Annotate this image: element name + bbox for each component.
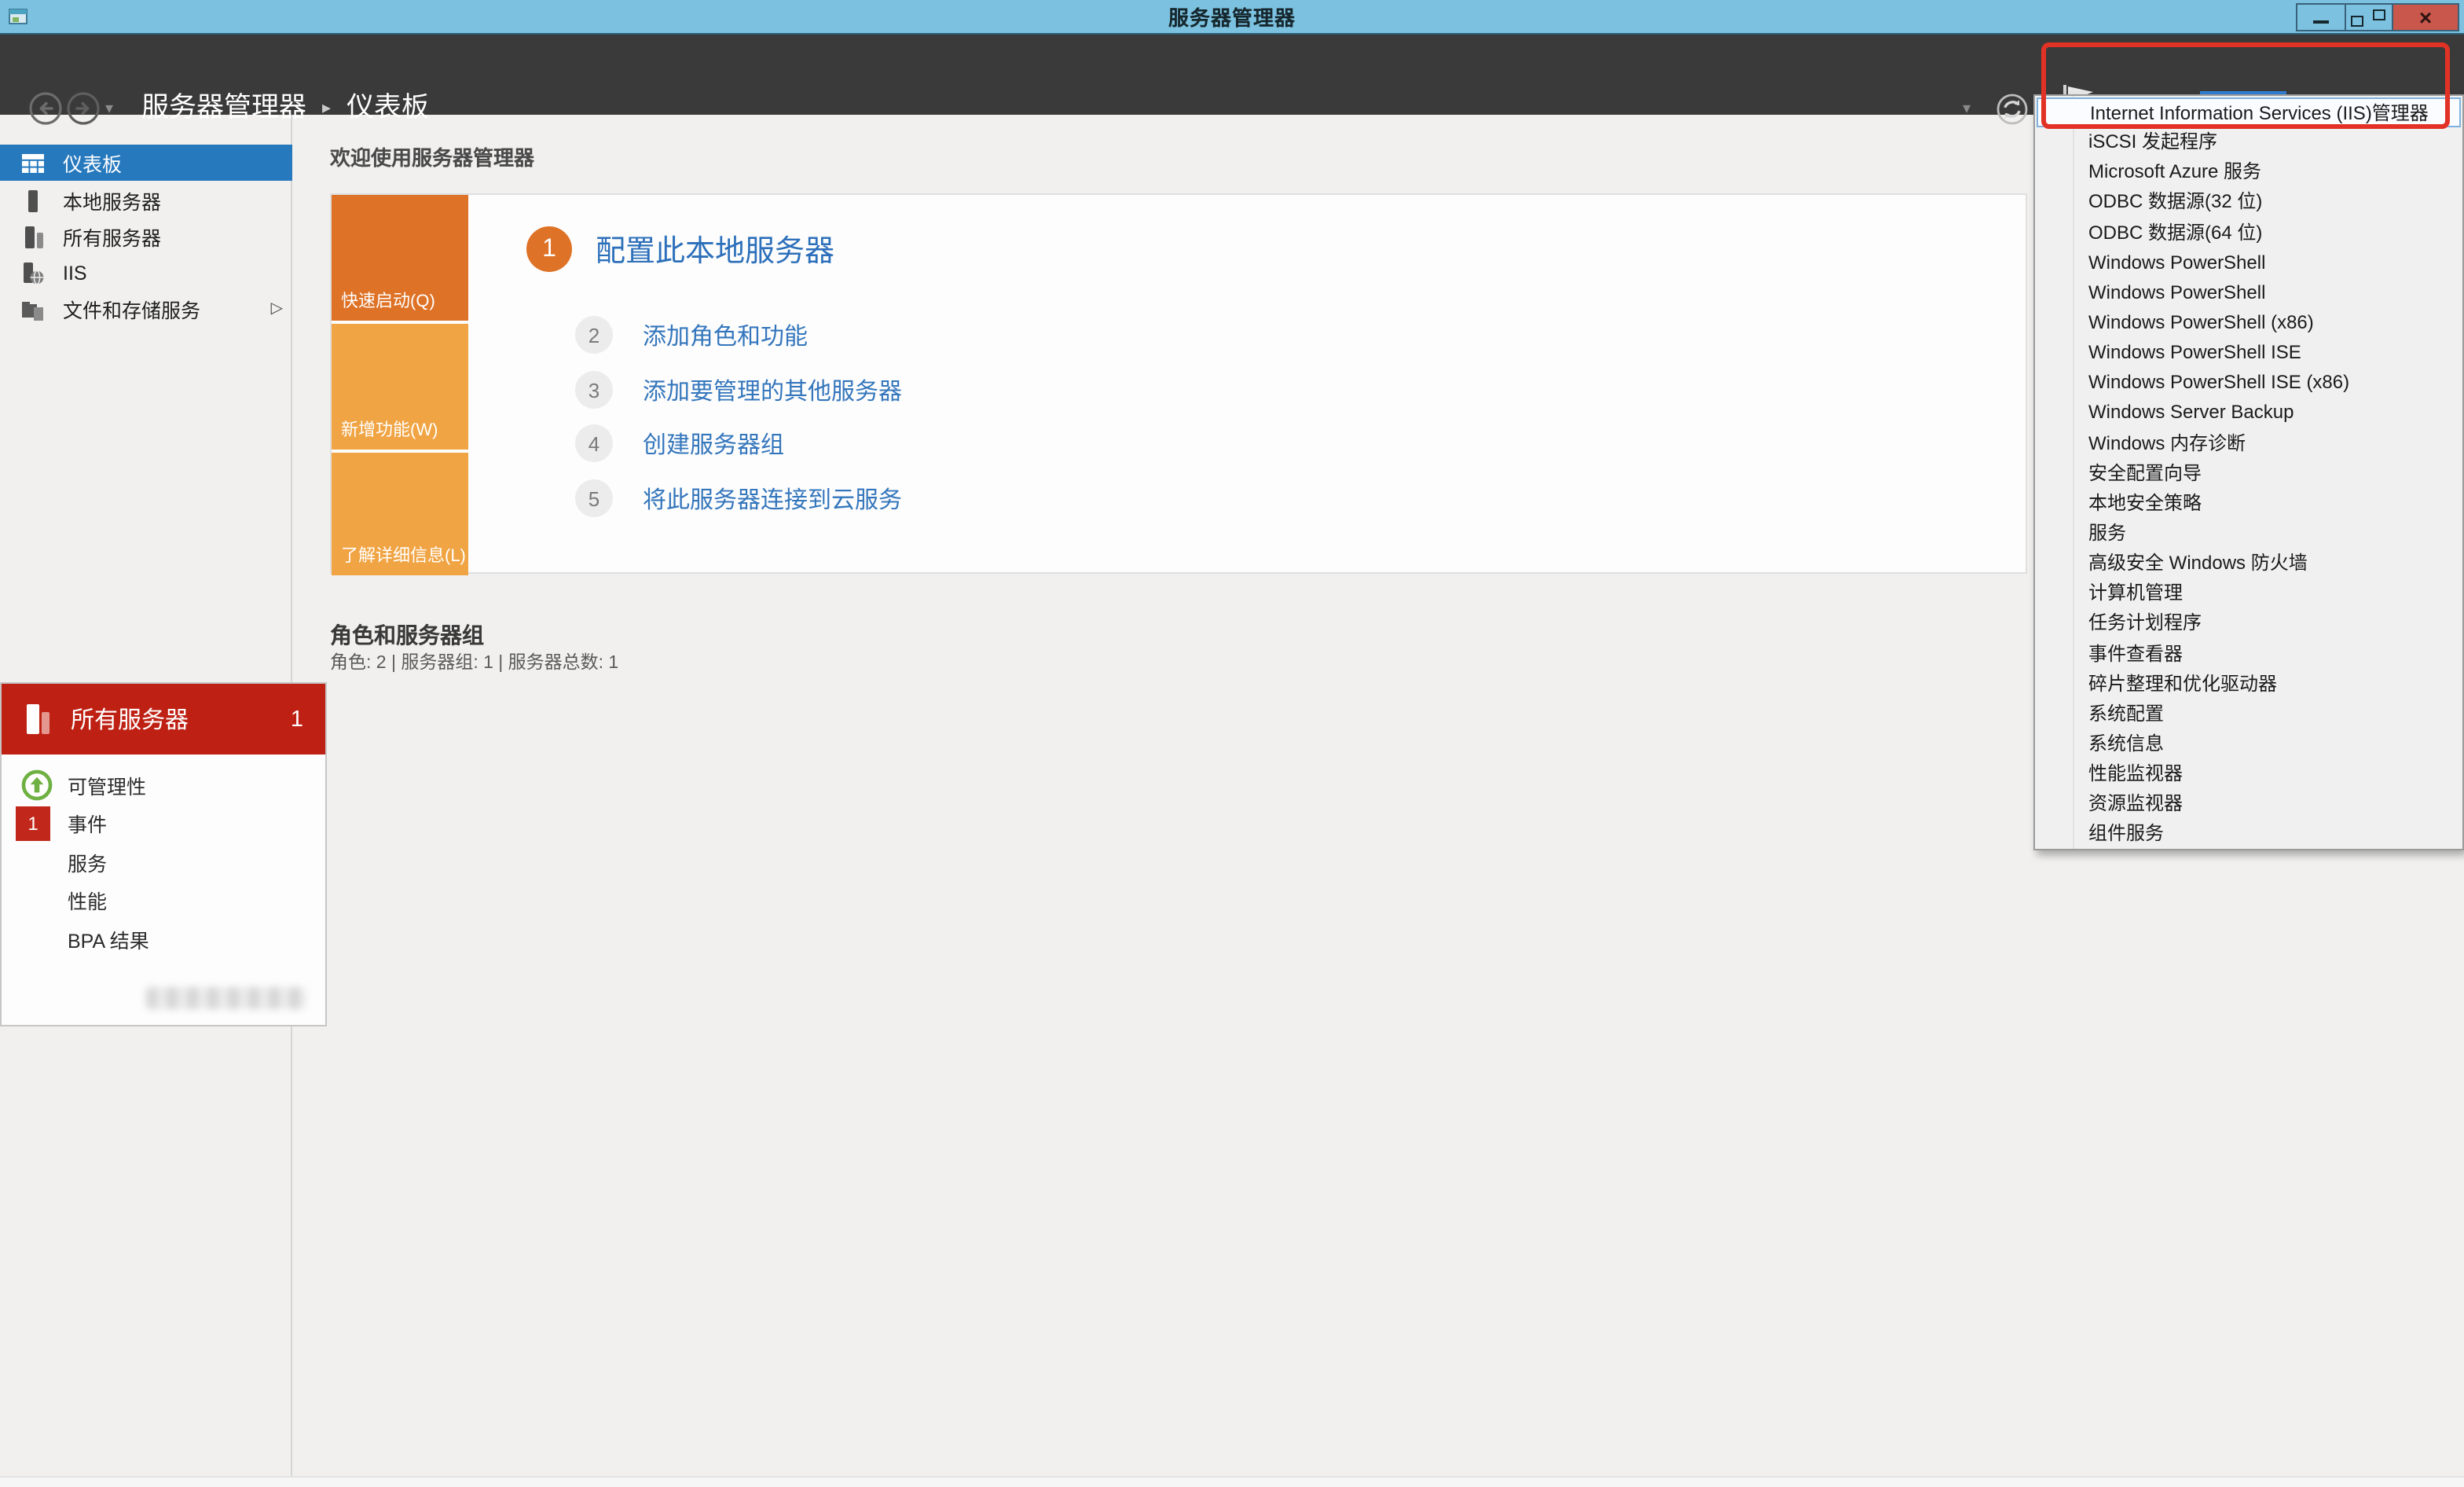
- forward-button[interactable]: [66, 91, 101, 126]
- tile-row-manageability[interactable]: 可管理性: [20, 766, 316, 804]
- step-number: 2: [575, 316, 613, 354]
- step-number: 5: [575, 479, 613, 517]
- menu-item-powershell[interactable]: Windows PowerShell: [2035, 248, 2462, 277]
- sidebar-item-label: 仪表板: [63, 148, 122, 178]
- window-title: 服务器管理器: [0, 2, 2464, 31]
- menu-item-security-config-wizard[interactable]: 安全配置向导: [2035, 458, 2462, 488]
- menu-item-powershell-2[interactable]: Windows PowerShell: [2035, 278, 2462, 308]
- tile-title[interactable]: 所有服务器: [71, 703, 275, 736]
- step-link[interactable]: 配置此本地服务器: [596, 228, 834, 270]
- menu-item-defrag[interactable]: 碎片整理和优化驱动器: [2035, 669, 2462, 699]
- tools-menu: Internet Information Services (IIS)管理器 i…: [2033, 94, 2464, 850]
- menu-item-odbc32[interactable]: ODBC 数据源(32 位): [2035, 188, 2462, 218]
- step-add-roles[interactable]: 2 添加角色和功能: [575, 316, 808, 354]
- file-storage-icon: [20, 296, 46, 321]
- menu-item-odbc64[interactable]: ODBC 数据源(64 位): [2035, 218, 2462, 248]
- tile-row-bpa[interactable]: BPA 结果: [20, 920, 316, 958]
- step-connect-cloud[interactable]: 5 将此服务器连接到云服务: [575, 479, 902, 517]
- red-annotation-box: [2041, 42, 2450, 129]
- menu-item-powershell-ise-x86[interactable]: Windows PowerShell ISE (x86): [2035, 369, 2462, 398]
- breadcrumb-current: 仪表板: [346, 86, 429, 126]
- sidebar-item-local-server[interactable]: 本地服务器: [0, 182, 292, 218]
- step-link[interactable]: 创建服务器组: [643, 427, 784, 460]
- notification-caret-icon[interactable]: ▾: [1963, 101, 1971, 118]
- refresh-icon[interactable]: [1996, 93, 2029, 126]
- menu-item-powershell-ise[interactable]: Windows PowerShell ISE: [2035, 338, 2462, 368]
- menu-item-local-security-policy[interactable]: 本地安全策略: [2035, 489, 2462, 519]
- back-button[interactable]: [28, 91, 63, 126]
- restore-button[interactable]: [2345, 5, 2392, 30]
- menu-item-services[interactable]: 服务: [2035, 519, 2462, 549]
- breadcrumb-root[interactable]: 服务器管理器: [141, 86, 306, 126]
- menu-item-server-backup[interactable]: Windows Server Backup: [2035, 398, 2462, 428]
- iis-icon: [20, 260, 46, 285]
- menu-item-firewall[interactable]: 高级安全 Windows 防火墙: [2035, 549, 2462, 578]
- breadcrumb: 服务器管理器 ▸ 仪表板: [141, 86, 429, 126]
- step-add-servers[interactable]: 3 添加要管理的其他服务器: [575, 371, 902, 409]
- minimize-icon: [2313, 20, 2329, 24]
- tab-whats-new[interactable]: 新增功能(W): [332, 324, 468, 450]
- minimize-button[interactable]: [2297, 5, 2345, 30]
- tab-learn-more[interactable]: 了解详细信息(L): [332, 453, 468, 575]
- window-bottom-edge: [0, 1476, 2464, 1487]
- menu-item-powershell-x86[interactable]: Windows PowerShell (x86): [2035, 308, 2462, 338]
- blurred-timestamp: [146, 987, 306, 1009]
- tile-row-performance[interactable]: 性能: [20, 881, 316, 920]
- title-bar: 服务器管理器 ×: [0, 0, 2464, 35]
- sidebar-item-label: 所有服务器: [63, 222, 161, 252]
- expand-arrow-icon[interactable]: ▷: [271, 300, 283, 318]
- tile-all-servers: 所有服务器 1 可管理性 1 事件 服务 性能 BPA 结果: [0, 682, 327, 1026]
- step-number: 1: [526, 226, 572, 272]
- local-server-icon: [20, 188, 46, 213]
- dashboard-icon: [20, 150, 46, 175]
- sidebar-item-dashboard[interactable]: 仪表板: [0, 145, 292, 181]
- sidebar-item-label: IIS: [63, 262, 87, 284]
- restore-icon: [2350, 15, 2363, 26]
- menu-item-component-services[interactable]: 组件服务: [2035, 820, 2462, 850]
- menu-item-resource-monitor[interactable]: 资源监视器: [2035, 789, 2462, 819]
- breadcrumb-separator-icon: ▸: [322, 94, 331, 118]
- event-count-badge: 1: [16, 806, 50, 841]
- manageability-up-icon: [20, 769, 53, 802]
- sidebar-item-all-servers[interactable]: 所有服务器: [0, 218, 292, 255]
- all-servers-tile-icon: [20, 700, 55, 738]
- sidebar-item-file-storage[interactable]: 文件和存储服务 ▷: [0, 291, 292, 327]
- step-create-server-group[interactable]: 4 创建服务器组: [575, 424, 784, 462]
- all-servers-icon: [20, 224, 46, 249]
- sidebar-item-label: 文件和存储服务: [63, 294, 200, 324]
- menu-item-system-config[interactable]: 系统配置: [2035, 699, 2462, 729]
- close-button[interactable]: ×: [2392, 5, 2458, 30]
- welcome-panel: 快速启动(Q) 新增功能(W) 了解详细信息(L) 1 配置此本地服务器 2 添…: [330, 193, 2027, 574]
- sidebar-item-iis[interactable]: IIS: [0, 255, 292, 291]
- menu-item-task-scheduler[interactable]: 任务计划程序: [2035, 609, 2462, 639]
- roles-section-summary: 角色: 2 | 服务器组: 1 | 服务器总数: 1: [330, 649, 618, 674]
- menu-item-memory-diagnostic[interactable]: Windows 内存诊断: [2035, 428, 2462, 458]
- step-number: 4: [575, 424, 613, 462]
- tile-row-services[interactable]: 服务: [20, 843, 316, 881]
- welcome-heading: 欢迎使用服务器管理器: [330, 141, 534, 171]
- menu-item-azure[interactable]: Microsoft Azure 服务: [2035, 158, 2462, 188]
- tile-row-events[interactable]: 1 事件: [20, 804, 316, 843]
- nav-history-caret-icon[interactable]: ▾: [105, 101, 113, 118]
- menu-item-performance-monitor[interactable]: 性能监视器: [2035, 759, 2462, 789]
- step-number: 3: [575, 371, 613, 409]
- menu-item-system-info[interactable]: 系统信息: [2035, 729, 2462, 759]
- step-link[interactable]: 将此服务器连接到云服务: [643, 482, 902, 515]
- step-configure-local-server[interactable]: 1 配置此本地服务器: [526, 226, 834, 272]
- tab-quick-start[interactable]: 快速启动(Q): [332, 195, 468, 321]
- window-controls: ×: [2296, 3, 2459, 31]
- step-link[interactable]: 添加要管理的其他服务器: [643, 373, 902, 406]
- menu-item-event-viewer[interactable]: 事件查看器: [2035, 639, 2462, 669]
- tile-count: 1: [291, 707, 303, 732]
- roles-section-title: 角色和服务器组: [330, 619, 484, 651]
- step-link[interactable]: 添加角色和功能: [643, 318, 808, 351]
- menu-item-iscsi[interactable]: iSCSI 发起程序: [2035, 127, 2462, 157]
- menu-item-computer-management[interactable]: 计算机管理: [2035, 579, 2462, 609]
- sidebar-item-label: 本地服务器: [63, 185, 161, 215]
